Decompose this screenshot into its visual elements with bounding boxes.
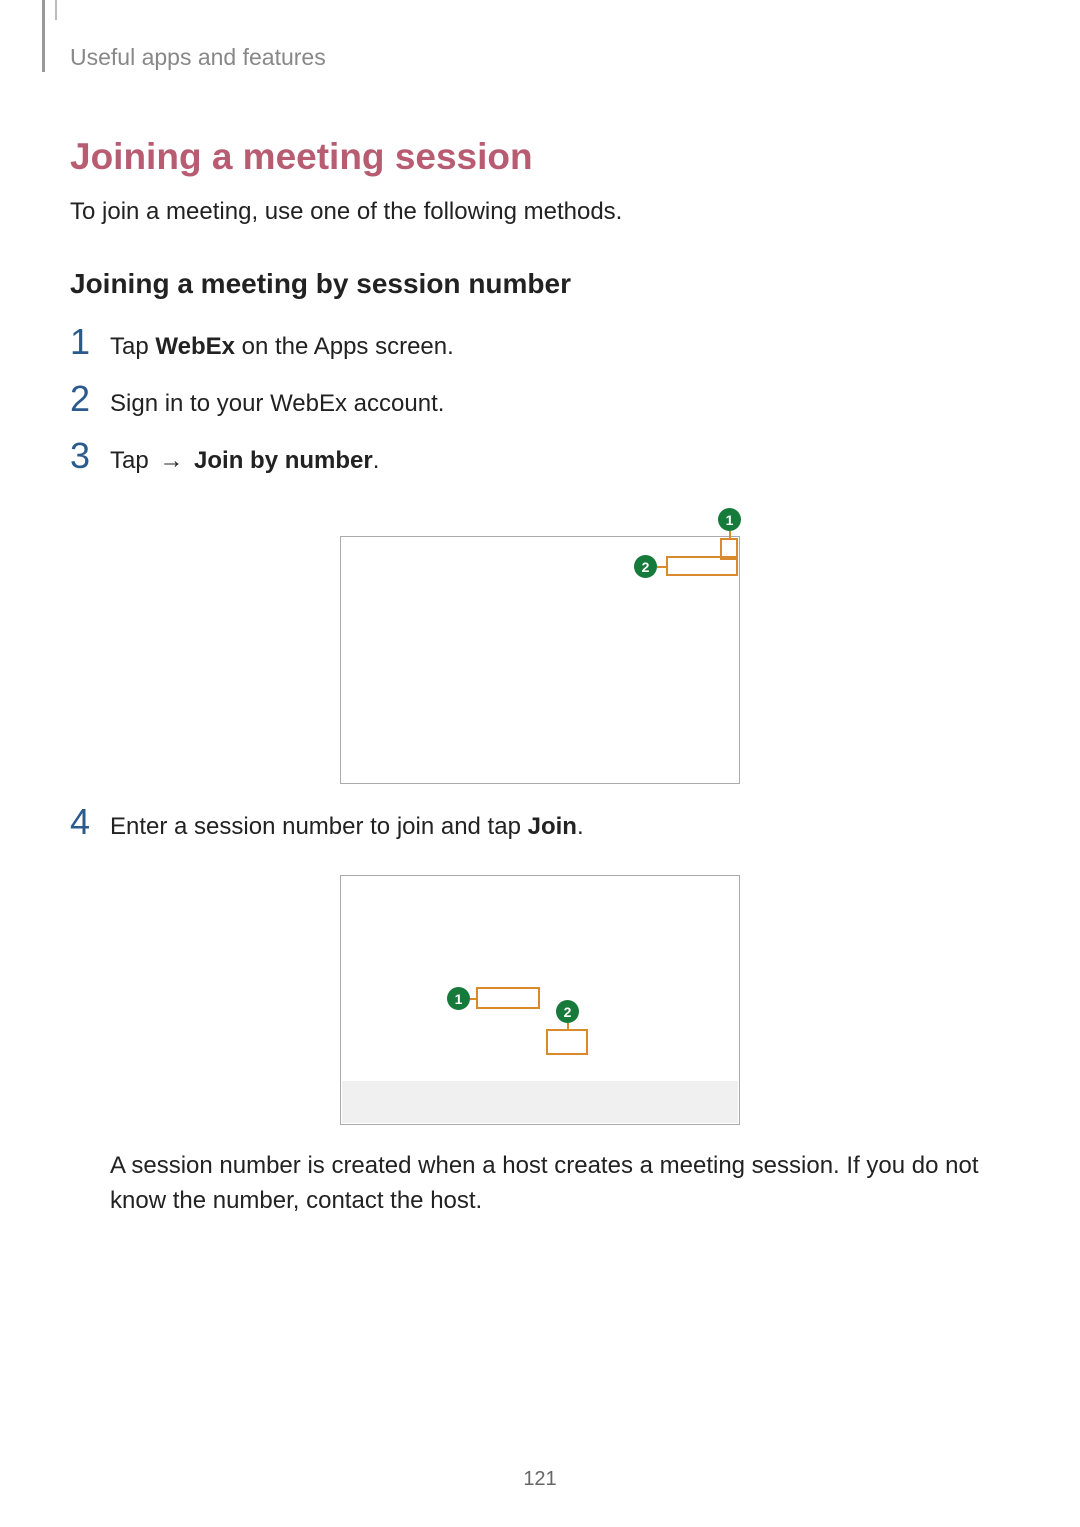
text-post: on the Apps screen. xyxy=(235,333,454,360)
text-pre: Tap xyxy=(110,447,155,474)
header-rule-short xyxy=(55,0,57,20)
figure-2-wrap: 1 2 xyxy=(70,875,1010,1125)
figure-1: 1 2 xyxy=(340,508,740,784)
step-4: 4 Enter a session number to join and tap… xyxy=(70,804,1010,845)
step-text: Tap → Join by number. xyxy=(110,444,379,479)
callout-line xyxy=(657,566,666,568)
step-text: Tap WebEx on the Apps screen. xyxy=(110,330,454,365)
keyboard-area-placeholder xyxy=(342,1081,738,1123)
figure-2: 1 2 xyxy=(340,875,740,1125)
arrow-icon: → xyxy=(155,444,187,479)
steps-list: 1 Tap WebEx on the Apps screen. 2 Sign i… xyxy=(70,324,1010,1219)
text-bold: Join by number xyxy=(194,447,373,474)
text-bold: Join xyxy=(528,813,577,840)
step-1: 1 Tap WebEx on the Apps screen. xyxy=(70,324,1010,365)
step-2: 2 Sign in to your WebEx account. xyxy=(70,381,1010,422)
text-bold: WebEx xyxy=(155,333,235,360)
step-number: 1 xyxy=(70,324,110,360)
section-subtitle: Joining a meeting by session number xyxy=(70,268,1010,300)
callout-badge-1: 1 xyxy=(718,508,741,531)
text-pre: Enter a session number to join and tap xyxy=(110,813,528,840)
step-3: 3 Tap → Join by number. xyxy=(70,438,1010,479)
step-number: 4 xyxy=(70,804,110,840)
callout-rect-1 xyxy=(476,987,540,1009)
text-pre: Tap xyxy=(110,333,155,360)
app-screenshot-placeholder xyxy=(340,875,740,1125)
section-title: Joining a meeting session xyxy=(70,136,1010,178)
step-number: 2 xyxy=(70,381,110,417)
callout-line xyxy=(729,531,731,538)
figure-1-wrap: 1 2 xyxy=(70,508,1010,784)
manual-page: Useful apps and features Joining a meeti… xyxy=(0,0,1080,1527)
header-rule xyxy=(42,0,45,72)
callout-rect-2 xyxy=(666,556,738,576)
text-post: . xyxy=(577,813,584,840)
step-number: 3 xyxy=(70,438,110,474)
page-number: 121 xyxy=(0,1468,1080,1491)
breadcrumb: Useful apps and features xyxy=(70,44,1010,71)
step-note: A session number is created when a host … xyxy=(110,1149,1010,1219)
callout-rect-2 xyxy=(546,1029,588,1055)
text-post: . xyxy=(373,447,380,474)
step-text: Sign in to your WebEx account. xyxy=(110,387,444,422)
section-intro: To join a meeting, use one of the follow… xyxy=(70,198,1010,226)
step-text: Enter a session number to join and tap J… xyxy=(110,810,584,845)
